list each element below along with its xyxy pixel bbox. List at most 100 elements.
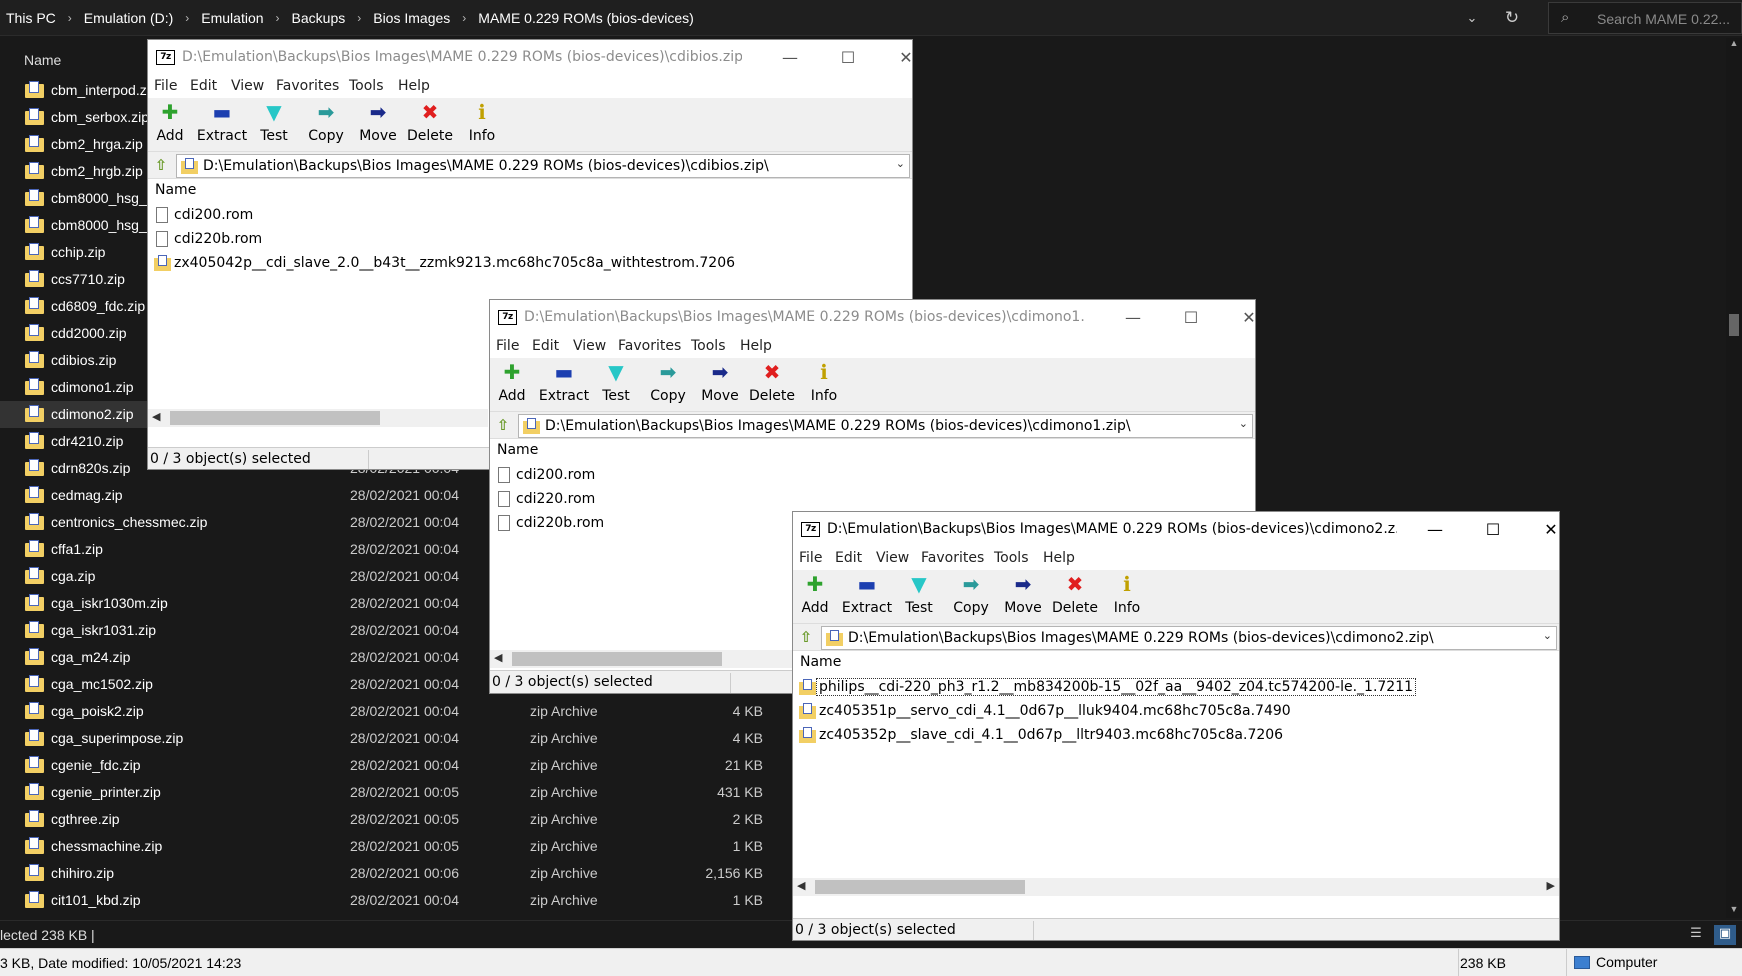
breadcrumb-separator-icon[interactable]: ›	[185, 11, 189, 25]
up-folder-icon[interactable]: ⇧	[152, 156, 170, 174]
menu-help[interactable]: Help	[1043, 550, 1075, 566]
minimize-icon[interactable]: —	[767, 44, 813, 72]
up-folder-icon[interactable]: ⇧	[797, 628, 815, 646]
minimize-icon[interactable]: —	[1110, 304, 1156, 332]
maximize-icon[interactable]: ☐	[1168, 304, 1214, 332]
info-button[interactable]: ℹ Info	[456, 100, 508, 150]
info-button[interactable]: ℹ Info	[798, 360, 850, 410]
breadcrumb-emulation[interactable]: Emulation	[201, 10, 263, 26]
copy-button[interactable]: ➡ Copy	[642, 360, 694, 410]
minimize-icon[interactable]: —	[1412, 516, 1458, 544]
chevron-down-icon[interactable]: ⌄	[1239, 417, 1248, 430]
file-row[interactable]: cga_superimpose.zip 28/02/2021 00:04 zip A…	[0, 725, 790, 752]
scrollbar-thumb[interactable]	[815, 880, 1025, 894]
details-view-icon[interactable]: ☰	[1686, 925, 1706, 945]
scroll-right-icon[interactable]: ▶	[1547, 879, 1555, 892]
chevron-down-icon[interactable]: ⌄	[1462, 8, 1482, 28]
scrollbar-thumb[interactable]	[1729, 314, 1739, 336]
add-button[interactable]: ✚ Add	[490, 360, 538, 410]
file-row[interactable]: chihiro.zip 28/02/2021 00:06 zip Archive 2,…	[0, 860, 790, 887]
path-combobox[interactable]: D:\Emulation\Backups\Bios Images\MAME 0.…	[176, 154, 910, 178]
breadcrumb-drive[interactable]: Emulation (D:)	[84, 10, 173, 26]
horizontal-scrollbar[interactable]: ◀	[490, 650, 795, 668]
menu-file[interactable]: File	[496, 338, 519, 354]
explorer-address-bar[interactable]: This PC › Emulation (D:) › Emulation › Back…	[0, 0, 1742, 36]
close-icon[interactable]: ✕	[883, 44, 912, 72]
breadcrumb-separator-icon[interactable]: ›	[276, 11, 280, 25]
maximize-icon[interactable]: ☐	[1470, 516, 1516, 544]
copy-button[interactable]: ➡ Copy	[945, 572, 997, 622]
delete-button[interactable]: ✖ Delete	[404, 100, 456, 150]
file-row[interactable]: cit101_kbd.zip 28/02/2021 00:04 zip Archiv…	[0, 887, 790, 914]
file-row[interactable]: cgenie_printer.zip 28/02/2021 00:05 zip Ar…	[0, 779, 790, 806]
menu-view[interactable]: View	[876, 550, 909, 566]
delete-button[interactable]: ✖ Delete	[746, 360, 798, 410]
extract-button[interactable]: ▬ Extract	[538, 360, 590, 410]
add-button[interactable]: ✚ Add	[148, 100, 196, 150]
path-combobox[interactable]: D:\Emulation\Backups\Bios Images\MAME 0.…	[518, 414, 1253, 438]
scroll-down-icon[interactable]: ▼	[1726, 904, 1742, 918]
refresh-icon[interactable]: ↻	[1500, 6, 1524, 30]
menu-view[interactable]: View	[573, 338, 606, 354]
menu-tools[interactable]: Tools	[994, 550, 1029, 566]
menu-file[interactable]: File	[154, 78, 177, 94]
menu-favorites[interactable]: Favorites	[921, 550, 984, 566]
chevron-down-icon[interactable]: ⌄	[896, 157, 905, 170]
breadcrumb-separator-icon[interactable]: ›	[357, 11, 361, 25]
delete-button[interactable]: ✖ Delete	[1049, 572, 1101, 622]
extract-button[interactable]: ▬ Extract	[196, 100, 248, 150]
scroll-left-icon[interactable]: ◀	[494, 651, 502, 664]
title-bar[interactable]: 7z D:\Emulation\Backups\Bios Images\MAME…	[148, 40, 912, 76]
menu-help[interactable]: Help	[398, 78, 430, 94]
vertical-scrollbar[interactable]: ▲ ▼	[1726, 38, 1742, 918]
title-bar[interactable]: 7z D:\Emulation\Backups\Bios Images\MAME…	[793, 512, 1559, 548]
chevron-down-icon[interactable]: ⌄	[1543, 629, 1552, 642]
column-header-name[interactable]: Name	[24, 52, 61, 68]
horizontal-scrollbar[interactable]: ◀	[148, 409, 488, 427]
horizontal-scrollbar[interactable]: ◀ ▶	[793, 878, 1559, 896]
move-button[interactable]: ➡ Move	[694, 360, 746, 410]
breadcrumb-this-pc[interactable]: This PC	[6, 10, 56, 26]
test-button[interactable]: ▼ Test	[893, 572, 945, 622]
title-bar[interactable]: 7z D:\Emulation\Backups\Bios Images\MAME…	[490, 300, 1255, 336]
breadcrumb-bios-images[interactable]: Bios Images	[373, 10, 450, 26]
scroll-up-icon[interactable]: ▲	[1726, 38, 1742, 52]
copy-button[interactable]: ➡ Copy	[300, 100, 352, 150]
add-button[interactable]: ✚ Add	[793, 572, 841, 622]
scrollbar-thumb[interactable]	[170, 411, 380, 425]
file-row[interactable]: cgenie_fdc.zip 28/02/2021 00:04 zip Archiv…	[0, 752, 790, 779]
file-row[interactable]: cgthree.zip 28/02/2021 00:05 zip Archive 2 …	[0, 806, 790, 833]
menu-edit[interactable]: Edit	[190, 78, 217, 94]
large-icons-view-icon[interactable]: ▣	[1714, 925, 1736, 945]
close-icon[interactable]: ✕	[1528, 516, 1559, 544]
column-header-name[interactable]: Name	[800, 654, 841, 670]
move-button[interactable]: ➡ Move	[352, 100, 404, 150]
menu-edit[interactable]: Edit	[532, 338, 559, 354]
maximize-icon[interactable]: ☐	[825, 44, 871, 72]
move-button[interactable]: ➡ Move	[997, 572, 1049, 622]
test-button[interactable]: ▼ Test	[590, 360, 642, 410]
extract-button[interactable]: ▬ Extract	[841, 572, 893, 622]
column-header-name[interactable]: Name	[497, 442, 538, 458]
archive-file-list[interactable]: Name philips__cdi-220_ph3_r1.2__mb834200…	[793, 650, 1559, 898]
breadcrumb-backups[interactable]: Backups	[292, 10, 346, 26]
scrollbar-thumb[interactable]	[512, 652, 722, 666]
scroll-left-icon[interactable]: ◀	[152, 410, 160, 423]
sevenzip-window-cdimono2[interactable]: 7z D:\Emulation\Backups\Bios Images\MAME…	[792, 511, 1560, 941]
menu-tools[interactable]: Tools	[349, 78, 384, 94]
test-button[interactable]: ▼ Test	[248, 100, 300, 150]
menu-favorites[interactable]: Favorites	[618, 338, 681, 354]
breadcrumb-separator-icon[interactable]: ›	[462, 11, 466, 25]
scroll-left-icon[interactable]: ◀	[797, 879, 805, 892]
menu-favorites[interactable]: Favorites	[276, 78, 339, 94]
menu-help[interactable]: Help	[740, 338, 772, 354]
info-button[interactable]: ℹ Info	[1101, 572, 1153, 622]
menu-tools[interactable]: Tools	[691, 338, 726, 354]
column-header-name[interactable]: Name	[155, 182, 196, 198]
menu-view[interactable]: View	[231, 78, 264, 94]
close-icon[interactable]: ✕	[1226, 304, 1255, 332]
up-folder-icon[interactable]: ⇧	[494, 416, 512, 434]
search-input[interactable]: ⌕ Search MAME 0.22...	[1548, 2, 1742, 34]
menu-edit[interactable]: Edit	[835, 550, 862, 566]
breadcrumb-current-folder[interactable]: MAME 0.229 ROMs (bios-devices)	[478, 10, 694, 26]
